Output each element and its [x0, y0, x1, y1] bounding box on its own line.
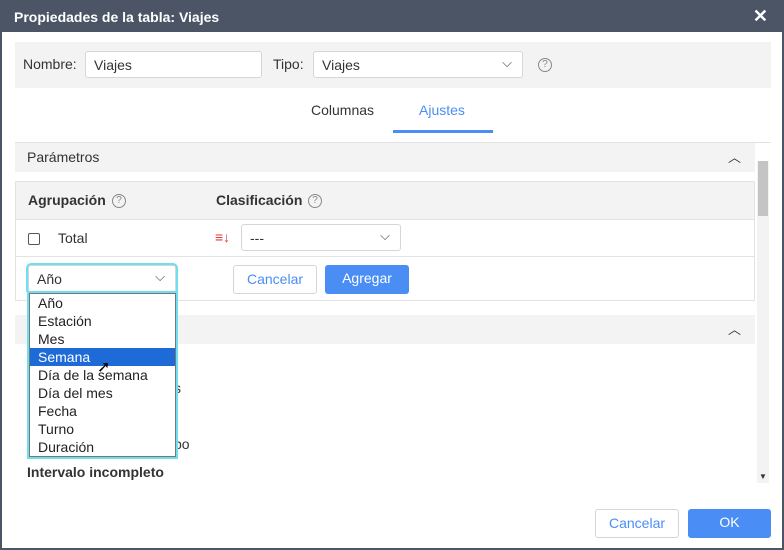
table-properties-dialog: Propiedades de la tabla: Viajes ✕ Nombre… [1, 0, 783, 549]
scroll-down-icon[interactable]: ▼ [759, 472, 767, 481]
dialog-title: Propiedades de la tabla: Viajes ✕ [2, 1, 782, 32]
grouping-select[interactable]: Año ⌵ [28, 265, 176, 293]
grouping-value: Año [37, 271, 62, 287]
params-title: Parámetros [27, 149, 100, 165]
type-label: Tipo: [273, 56, 304, 72]
total-checkbox[interactable] [28, 233, 40, 245]
close-icon[interactable]: ✕ [753, 6, 768, 27]
option-season[interactable]: Estación [30, 312, 175, 330]
ok-button[interactable]: OK [688, 509, 771, 538]
sort-value: --- [250, 230, 264, 246]
option-month[interactable]: Mes [30, 330, 175, 348]
header-fields: Nombre: Viajes Tipo: Viajes ⌵ ? [15, 42, 771, 88]
chevron-down-icon: ⌵ [502, 55, 512, 70]
cancel-grouping-button[interactable]: Cancelar [233, 265, 317, 294]
incomplete-interval-label: Intervalo incompleto [27, 464, 164, 480]
params-section-header[interactable]: Parámetros ︿ [15, 143, 755, 172]
option-year[interactable]: Año [30, 294, 175, 312]
type-select[interactable]: Viajes ⌵ [313, 51, 523, 78]
grouping-table: Agrupación ? Clasificación ? Total ≡↓ --… [15, 181, 755, 301]
name-label: Nombre: [23, 56, 77, 72]
tab-indicator [393, 130, 493, 133]
scrollbar-thumb[interactable] [758, 161, 768, 216]
chevron-down-icon: ⌵ [380, 228, 390, 243]
chevron-up-icon[interactable]: ︿ [728, 319, 741, 338]
help-icon[interactable]: ? [308, 194, 322, 208]
cancel-button[interactable]: Cancelar [595, 509, 679, 538]
grouping-header: Agrupación [28, 192, 106, 208]
total-label: Total [58, 230, 88, 246]
option-duration[interactable]: Duración [30, 438, 175, 456]
help-icon[interactable]: ? [538, 58, 552, 72]
sort-select[interactable]: --- ⌵ [241, 224, 401, 251]
option-shift[interactable]: Turno [30, 420, 175, 438]
option-day-of-month[interactable]: Día del mes [30, 384, 175, 402]
chevron-up-icon[interactable]: ︿ [728, 147, 741, 166]
help-icon[interactable]: ? [112, 194, 126, 208]
cursor-icon: ➚ [97, 359, 111, 376]
chevron-down-icon: ⌵ [155, 269, 165, 284]
tab-columns[interactable]: Columnas [311, 102, 374, 118]
type-value: Viajes [322, 57, 360, 73]
sort-descending-icon[interactable]: ≡↓ [215, 229, 230, 245]
tab-settings[interactable]: Ajustes [419, 102, 465, 118]
name-input[interactable]: Viajes [85, 51, 262, 78]
sorting-header: Clasificación [216, 192, 303, 208]
option-label-partial: po [174, 436, 190, 452]
scrollbar[interactable]: ▼ [757, 161, 769, 483]
title-text: Propiedades de la tabla: Viajes [14, 9, 220, 25]
option-date[interactable]: Fecha [30, 402, 175, 420]
add-grouping-button[interactable]: Agregar [325, 265, 409, 294]
